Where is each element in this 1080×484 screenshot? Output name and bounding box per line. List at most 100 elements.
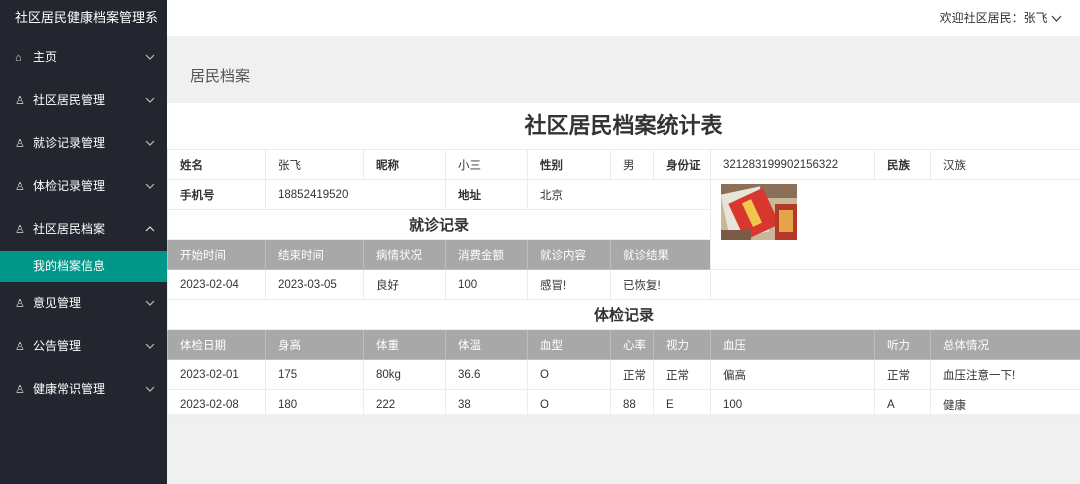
table-cell: 正常: [610, 359, 654, 390]
table-cell: 血压注意一下!: [930, 359, 1080, 390]
sidebar-item-visits[interactable]: ♙ 就诊记录管理: [0, 122, 167, 165]
column-header: 血压: [710, 329, 875, 360]
sidebar-subitem-my-archive[interactable]: 我的档案信息: [0, 251, 167, 282]
nickname-value: 小三: [445, 149, 528, 180]
table-cell: 感冒!: [527, 269, 611, 300]
table-cell: 175: [265, 359, 364, 390]
chevron-down-icon: [145, 325, 155, 368]
chevron-down-icon: [145, 368, 155, 411]
table-row: 2023-02-01 175 80kg 36.6 O 正常 正常 偏高 正常 血…: [167, 359, 1080, 390]
chevron-down-icon: [145, 282, 155, 325]
sidebar-menu: ⌂ 主页 ♙ 社区居民管理 ♙ 就诊记录管理 ♙ 体检记录管理 ♙ 社区居民档案 我的档案…: [0, 36, 167, 411]
table-row: 2023-02-08 180 222 38 O 88 E 100 A 健康: [167, 389, 1080, 420]
user-icon: ♙: [15, 224, 25, 236]
id-label: 身份证: [653, 149, 711, 180]
chevron-down-icon: [145, 165, 155, 208]
column-header: 体温: [445, 329, 528, 360]
chevron-up-icon: [145, 208, 155, 251]
user-menu[interactable]: 欢迎社区居民：张飞: [940, 0, 1062, 36]
column-header: 消费金额: [445, 239, 528, 270]
column-header: 身高: [265, 329, 364, 360]
column-header: 开始时间: [167, 239, 266, 270]
resident-photo: [721, 184, 797, 240]
table-cell: 80kg: [363, 359, 446, 390]
table-cell: 36.6: [445, 359, 528, 390]
address-label: 地址: [445, 179, 528, 210]
archive-table: 姓名 张飞 昵称 小三 性别 男 身份证 321283199902156322 …: [167, 149, 1080, 420]
column-header: 结束时间: [265, 239, 364, 270]
sidebar-item-label: 主页: [33, 50, 58, 64]
user-icon: ♙: [15, 181, 25, 193]
visits-section-title: 就诊记录: [167, 209, 711, 240]
breadcrumb: 居民档案: [167, 44, 1080, 103]
name-label: 姓名: [167, 149, 266, 180]
table-cell: [710, 269, 1080, 300]
sidebar: 社区居民健康档案管理系 ⌂ 主页 ♙ 社区居民管理 ♙ 就诊记录管理 ♙ 体检记录管理 …: [0, 0, 167, 484]
phone-value: 18852419520: [265, 179, 446, 210]
table-cell: 良好: [363, 269, 446, 300]
gender-value: 男: [610, 149, 654, 180]
chevron-down-icon: [145, 122, 155, 165]
photo-cell: [710, 179, 1080, 270]
id-value: 321283199902156322: [710, 149, 875, 180]
table-row: 2023-02-04 2023-03-05 良好 100 感冒! 已恢复!: [167, 269, 1080, 300]
sidebar-item-label: 体检记录管理: [33, 179, 106, 193]
profile-row: 姓名 张飞 昵称 小三 性别 男 身份证 321283199902156322 …: [167, 149, 1080, 180]
sidebar-item-label: 社区居民档案: [33, 222, 106, 236]
table-cell: A: [874, 389, 931, 420]
column-header: 就诊结果: [610, 239, 711, 270]
profile-row: 手机号 18852419520 地址 北京: [167, 179, 1080, 270]
sidebar-item-label: 健康常识管理: [33, 382, 106, 396]
sidebar-item-health-tips[interactable]: ♙ 健康常识管理: [0, 368, 167, 411]
column-header: 体检日期: [167, 329, 266, 360]
sidebar-item-checkups[interactable]: ♙ 体检记录管理: [0, 165, 167, 208]
table-cell: 健康: [930, 389, 1080, 420]
archive-card: 社区居民档案统计表 姓名 张飞 昵称 小三 性别 男 身份证 321283199…: [167, 103, 1080, 420]
column-header: 总体情况: [930, 329, 1080, 360]
sidebar-item-home[interactable]: ⌂ 主页: [0, 36, 167, 79]
table-cell: 180: [265, 389, 364, 420]
table-cell: 偏高: [710, 359, 875, 390]
table-cell: O: [527, 389, 611, 420]
app-title: 社区居民健康档案管理系: [15, 10, 159, 25]
top-header: 欢迎社区居民：张飞: [167, 0, 1080, 36]
section-row: 体检记录: [167, 299, 1080, 330]
table-cell: 100: [445, 269, 528, 300]
ethnicity-label: 民族: [874, 149, 931, 180]
table-cell: 2023-02-04: [167, 269, 266, 300]
chevron-down-icon: [145, 36, 155, 79]
table-cell: 2023-02-01: [167, 359, 266, 390]
sidebar-item-label: 就诊记录管理: [33, 136, 106, 150]
gender-label: 性别: [527, 149, 611, 180]
sidebar-item-archives[interactable]: ♙ 社区居民档案: [0, 208, 167, 251]
column-header: 视力: [653, 329, 711, 360]
address-value: 北京: [527, 179, 711, 210]
welcome-text: 欢迎社区居民：张飞: [939, 11, 1048, 25]
table-cell: 38: [445, 389, 528, 420]
table-cell: 2023-03-05: [265, 269, 364, 300]
table-cell: 正常: [653, 359, 711, 390]
sidebar-item-residents[interactable]: ♙ 社区居民管理: [0, 79, 167, 122]
home-icon: ⌂: [15, 52, 22, 64]
table-cell: 2023-02-08: [167, 389, 266, 420]
column-header: 就诊内容: [527, 239, 611, 270]
checkups-section-title: 体检记录: [167, 299, 1080, 330]
sidebar-item-announcements[interactable]: ♙ 公告管理: [0, 325, 167, 368]
sidebar-item-label: 意见管理: [33, 296, 82, 310]
ethnicity-value: 汉族: [930, 149, 1080, 180]
table-cell: E: [653, 389, 711, 420]
table-cell: O: [527, 359, 611, 390]
column-header: 病情状况: [363, 239, 446, 270]
name-value: 张飞: [265, 149, 364, 180]
sidebar-item-feedback[interactable]: ♙ 意见管理: [0, 282, 167, 325]
chevron-down-icon: [145, 79, 155, 122]
chevron-down-icon: [1051, 11, 1062, 25]
user-icon: ♙: [15, 138, 25, 150]
page-title: 社区居民档案统计表: [524, 113, 723, 138]
table-cell: 88: [610, 389, 654, 420]
user-icon: ♙: [15, 384, 25, 396]
table-cell: 正常: [874, 359, 931, 390]
sidebar-item-label: 公告管理: [33, 339, 82, 353]
table-cell: 已恢复!: [610, 269, 711, 300]
nickname-label: 昵称: [363, 149, 446, 180]
